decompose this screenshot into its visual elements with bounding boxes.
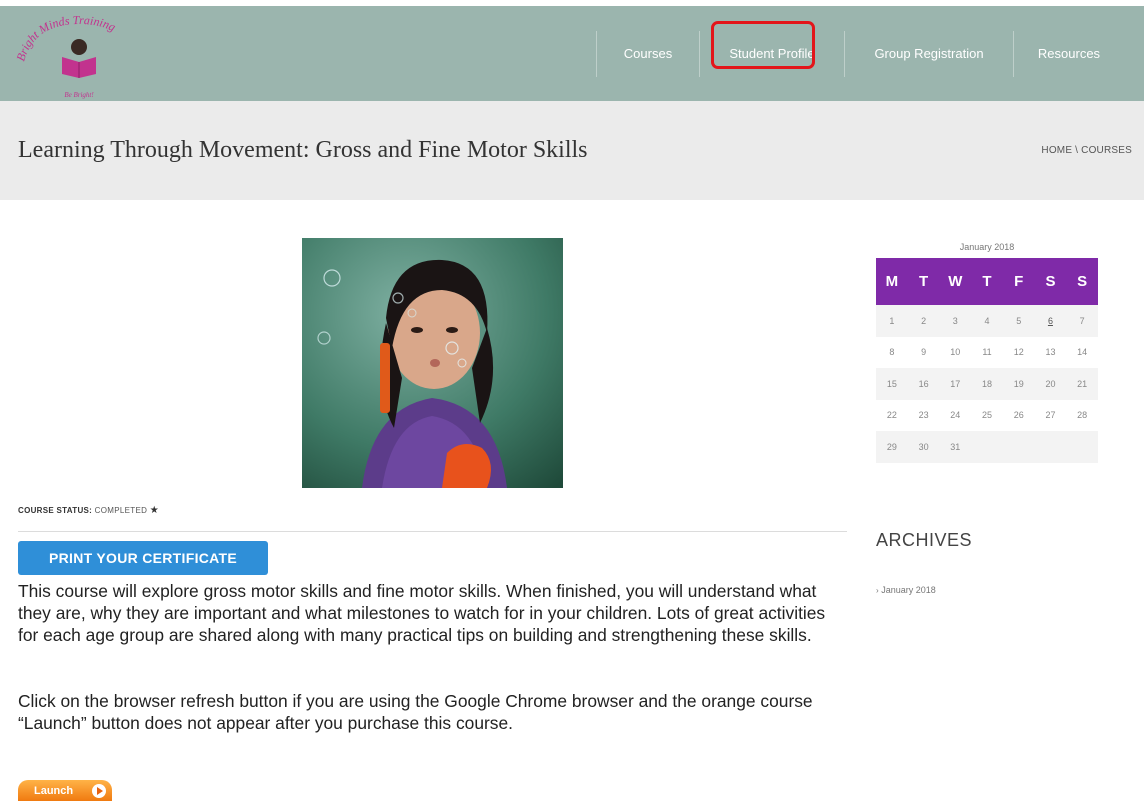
- nav-resources-label: Resources: [1037, 46, 1101, 61]
- calendar-day: 1: [889, 315, 895, 326]
- calendar-day: 2: [921, 315, 927, 326]
- calendar-day: 28: [1077, 410, 1088, 421]
- launch-button[interactable]: Launch: [18, 780, 112, 801]
- calendar-day: 8: [889, 347, 895, 358]
- weekday-label: M: [885, 273, 899, 290]
- calendar-day: 24: [950, 410, 961, 421]
- calendar-day: 5: [1016, 315, 1022, 326]
- nav-courses[interactable]: Courses: [597, 29, 699, 79]
- calendar-week: 29 30 31: [876, 431, 1098, 463]
- course-status: COURSE STATUS: COMPLETED ★: [18, 505, 159, 516]
- svg-text:Be Bright!: Be Bright!: [64, 91, 94, 99]
- weekday-label: S: [1045, 273, 1056, 290]
- calendar-weekday-header: M T W T F S S: [876, 258, 1098, 305]
- calendar-day: 29: [886, 441, 897, 452]
- main-nav: Courses Student Profile Group Registrati…: [596, 6, 1124, 101]
- calendar-day: 4: [984, 315, 990, 326]
- chevron-right-icon: ›: [876, 586, 879, 595]
- play-icon: [92, 784, 106, 798]
- bright-minds-logo[interactable]: Bright Minds Training Be Bright!: [14, 12, 144, 102]
- calendar-week: 8 9 10 11 12 13 14: [876, 337, 1098, 369]
- weekday-label: T: [982, 273, 992, 290]
- calendar-caption: January 2018: [959, 242, 1015, 252]
- calendar-day: 7: [1079, 315, 1085, 326]
- calendar-day: 23: [918, 410, 929, 421]
- calendar-day: 16: [918, 378, 929, 389]
- calendar-day: 9: [921, 347, 927, 358]
- star-icon: ★: [149, 505, 159, 516]
- weekday-label: S: [1077, 273, 1088, 290]
- calendar-day: 27: [1045, 410, 1056, 421]
- nav-group-registration[interactable]: Group Registration: [845, 29, 1013, 79]
- calendar-day: 10: [950, 347, 961, 358]
- calendar-day: 22: [886, 410, 897, 421]
- archives-heading: ARCHIVES: [876, 530, 973, 550]
- launch-button-label: Launch: [34, 784, 74, 797]
- course-image: [302, 238, 563, 488]
- divider: [18, 531, 847, 532]
- page-title: Learning Through Movement: Gross and Fin…: [18, 137, 588, 163]
- archives-link[interactable]: › January 2018: [876, 585, 936, 595]
- calendar-widget: January 2018 M T W T F S S 1 2 3 4 5 6 7…: [876, 240, 1098, 463]
- title-bar: Learning Through Movement: Gross and Fin…: [0, 101, 1144, 200]
- weekday-label: F: [1014, 273, 1024, 290]
- weekday-label: T: [918, 273, 929, 290]
- calendar-week: 22 23 24 25 26 27 28: [876, 400, 1098, 432]
- calendar-day: 30: [918, 441, 929, 452]
- calendar-day-link[interactable]: 6: [1035, 316, 1067, 326]
- calendar-week: 15 16 17 18 19 20 21: [876, 368, 1098, 400]
- calendar-day: 26: [1013, 410, 1024, 421]
- nav-resources[interactable]: Resources: [1014, 29, 1124, 79]
- nav-courses-label: Courses: [623, 46, 673, 61]
- breadcrumb[interactable]: HOME \ COURSES: [1041, 145, 1132, 156]
- site-header: Bright Minds Training Be Bright! Courses…: [0, 0, 1144, 102]
- weekday-label: W: [948, 273, 963, 290]
- archives-link-label: January 2018: [881, 585, 936, 595]
- calendar-day: 18: [982, 378, 993, 389]
- calendar-day: 31: [950, 441, 961, 452]
- calendar-day: 12: [1013, 347, 1024, 358]
- calendar-day: 11: [982, 347, 992, 358]
- calendar-day: 25: [982, 410, 993, 421]
- calendar-day: 14: [1077, 347, 1088, 358]
- nav-group-registration-label: Group Registration: [874, 46, 984, 61]
- course-status-value: COMPLETED: [94, 506, 148, 515]
- course-status-label: COURSE STATUS:: [18, 506, 93, 515]
- calendar-day: 19: [1013, 378, 1024, 389]
- calendar-week: 1 2 3 4 5 6 7: [876, 305, 1098, 337]
- print-certificate-button[interactable]: PRINT YOUR CERTIFICATE: [18, 541, 268, 575]
- calendar-day: 13: [1045, 347, 1056, 358]
- calendar-day: 20: [1045, 378, 1056, 389]
- course-description: This course will explore gross motor ski…: [18, 581, 826, 645]
- calendar-day: 3: [952, 315, 958, 326]
- calendar-day: 17: [950, 378, 961, 389]
- highlight-annotation-box: [711, 21, 815, 69]
- calendar-day: 15: [886, 378, 897, 389]
- calendar-grid: 1 2 3 4 5 6 7 8 9 10 11 12 13 14 15 16 1…: [876, 305, 1098, 463]
- course-launch-note: Click on the browser refresh button if y…: [18, 691, 813, 733]
- calendar-day: 21: [1077, 378, 1088, 389]
